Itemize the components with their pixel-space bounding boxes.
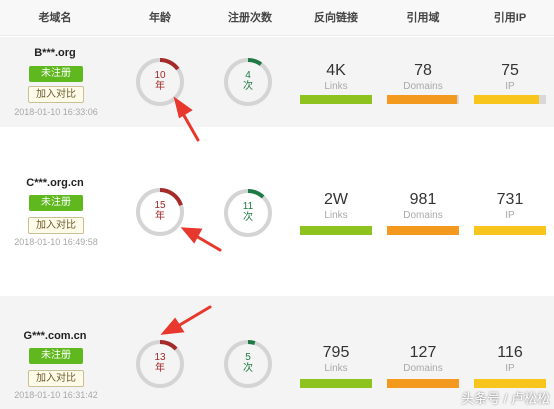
links-bar-fill (300, 226, 372, 235)
table-header: 老域名 年龄 注册次数 反向链接 引用域 引用IP (0, 0, 554, 36)
domains-label: Domains (403, 81, 443, 92)
timestamp: 2018-01-10 16:33:06 (14, 107, 98, 117)
registration-unit: 次 (243, 81, 253, 92)
links-value: 4K (326, 62, 346, 79)
ip-value: 116 (497, 344, 523, 361)
age-ring: 13 年 (134, 338, 186, 390)
status-badge: 未注册 (29, 195, 83, 211)
domains-label: Domains (403, 363, 443, 374)
watermark: 头条号 / 卢松松 (461, 391, 550, 406)
ip-bar (474, 226, 546, 235)
links-bar (300, 226, 372, 235)
ip-value: 75 (501, 62, 519, 79)
ip-bar (474, 95, 546, 104)
links-bar (300, 379, 372, 388)
links-bar (300, 95, 372, 104)
domains-value: 127 (409, 344, 437, 361)
domains-stat: 78 Domains (387, 62, 459, 93)
registration-value: 11 (242, 201, 254, 212)
ip-bar-fill (474, 95, 539, 104)
registration-value: 4 (245, 70, 251, 81)
ip-label: IP (505, 363, 515, 374)
ip-stat: 731 IP (474, 191, 546, 222)
registration-unit: 次 (243, 363, 253, 374)
registration-ring: 11 次 (222, 187, 274, 239)
add-compare-button[interactable]: 加入对比 (28, 217, 84, 234)
status-badge: 未注册 (29, 348, 83, 364)
domain-name: C***.org.cn (26, 177, 84, 189)
links-bar-fill (300, 95, 372, 104)
domains-stat: 981 Domains (387, 191, 459, 222)
ip-bar-fill (474, 379, 546, 388)
domains-value: 78 (414, 62, 432, 79)
timestamp: 2018-01-10 16:31:42 (14, 390, 98, 400)
ip-label: IP (505, 81, 515, 92)
links-value: 2W (324, 191, 348, 208)
ip-bar-fill (474, 226, 546, 235)
links-stat: 2W Links (300, 191, 372, 222)
status-badge: 未注册 (29, 66, 83, 82)
links-label: Links (324, 363, 348, 374)
age-value: 10 (154, 70, 166, 81)
domains-bar (387, 379, 459, 388)
links-stat: 4K Links (300, 62, 372, 93)
header-ref-domains: 引用域 (406, 12, 440, 24)
registration-unit: 次 (243, 212, 253, 223)
registration-value: 5 (245, 352, 251, 363)
domains-bar-fill (387, 95, 457, 104)
table-row: B***.org 未注册 加入对比 2018-01-10 16:33:06 10… (0, 37, 554, 127)
add-compare-button[interactable]: 加入对比 (28, 86, 84, 103)
domains-value: 981 (409, 191, 437, 208)
age-unit: 年 (155, 363, 165, 374)
domains-bar-fill (387, 226, 459, 235)
header-backlinks: 反向链接 (314, 12, 358, 24)
links-stat: 795 Links (300, 344, 372, 375)
table-row: C***.org.cn 未注册 加入对比 2018-01-10 16:49:58… (0, 127, 554, 296)
timestamp: 2018-01-10 16:49:58 (14, 237, 98, 247)
age-value: 13 (154, 352, 166, 363)
domains-bar (387, 226, 459, 235)
ip-stat: 116 IP (474, 344, 546, 375)
domains-stat: 127 Domains (387, 344, 459, 375)
domain-name: B***.org (34, 47, 76, 59)
header-ref-ip: 引用IP (493, 12, 527, 24)
domains-label: Domains (403, 210, 443, 221)
age-unit: 年 (155, 81, 165, 92)
ip-stat: 75 IP (474, 62, 546, 93)
age-ring: 15 年 (134, 186, 186, 238)
links-label: Links (324, 81, 348, 92)
domain-name: G***.com.cn (23, 330, 87, 342)
domains-bar (387, 95, 459, 104)
age-value: 15 (154, 200, 166, 211)
ip-label: IP (505, 210, 515, 221)
age-unit: 年 (155, 211, 165, 222)
links-label: Links (324, 210, 348, 221)
header-registrations: 注册次数 (228, 12, 272, 24)
links-bar-fill (300, 379, 372, 388)
registration-ring: 4 次 (222, 56, 274, 108)
header-age: 年龄 (149, 12, 171, 24)
ip-bar (474, 379, 546, 388)
age-ring: 10 年 (134, 56, 186, 108)
header-old-domain: 老域名 (38, 12, 72, 24)
domains-bar-fill (387, 379, 459, 388)
ip-value: 731 (496, 191, 524, 208)
links-value: 795 (322, 344, 350, 361)
add-compare-button[interactable]: 加入对比 (28, 370, 84, 387)
registration-ring: 5 次 (222, 338, 274, 390)
